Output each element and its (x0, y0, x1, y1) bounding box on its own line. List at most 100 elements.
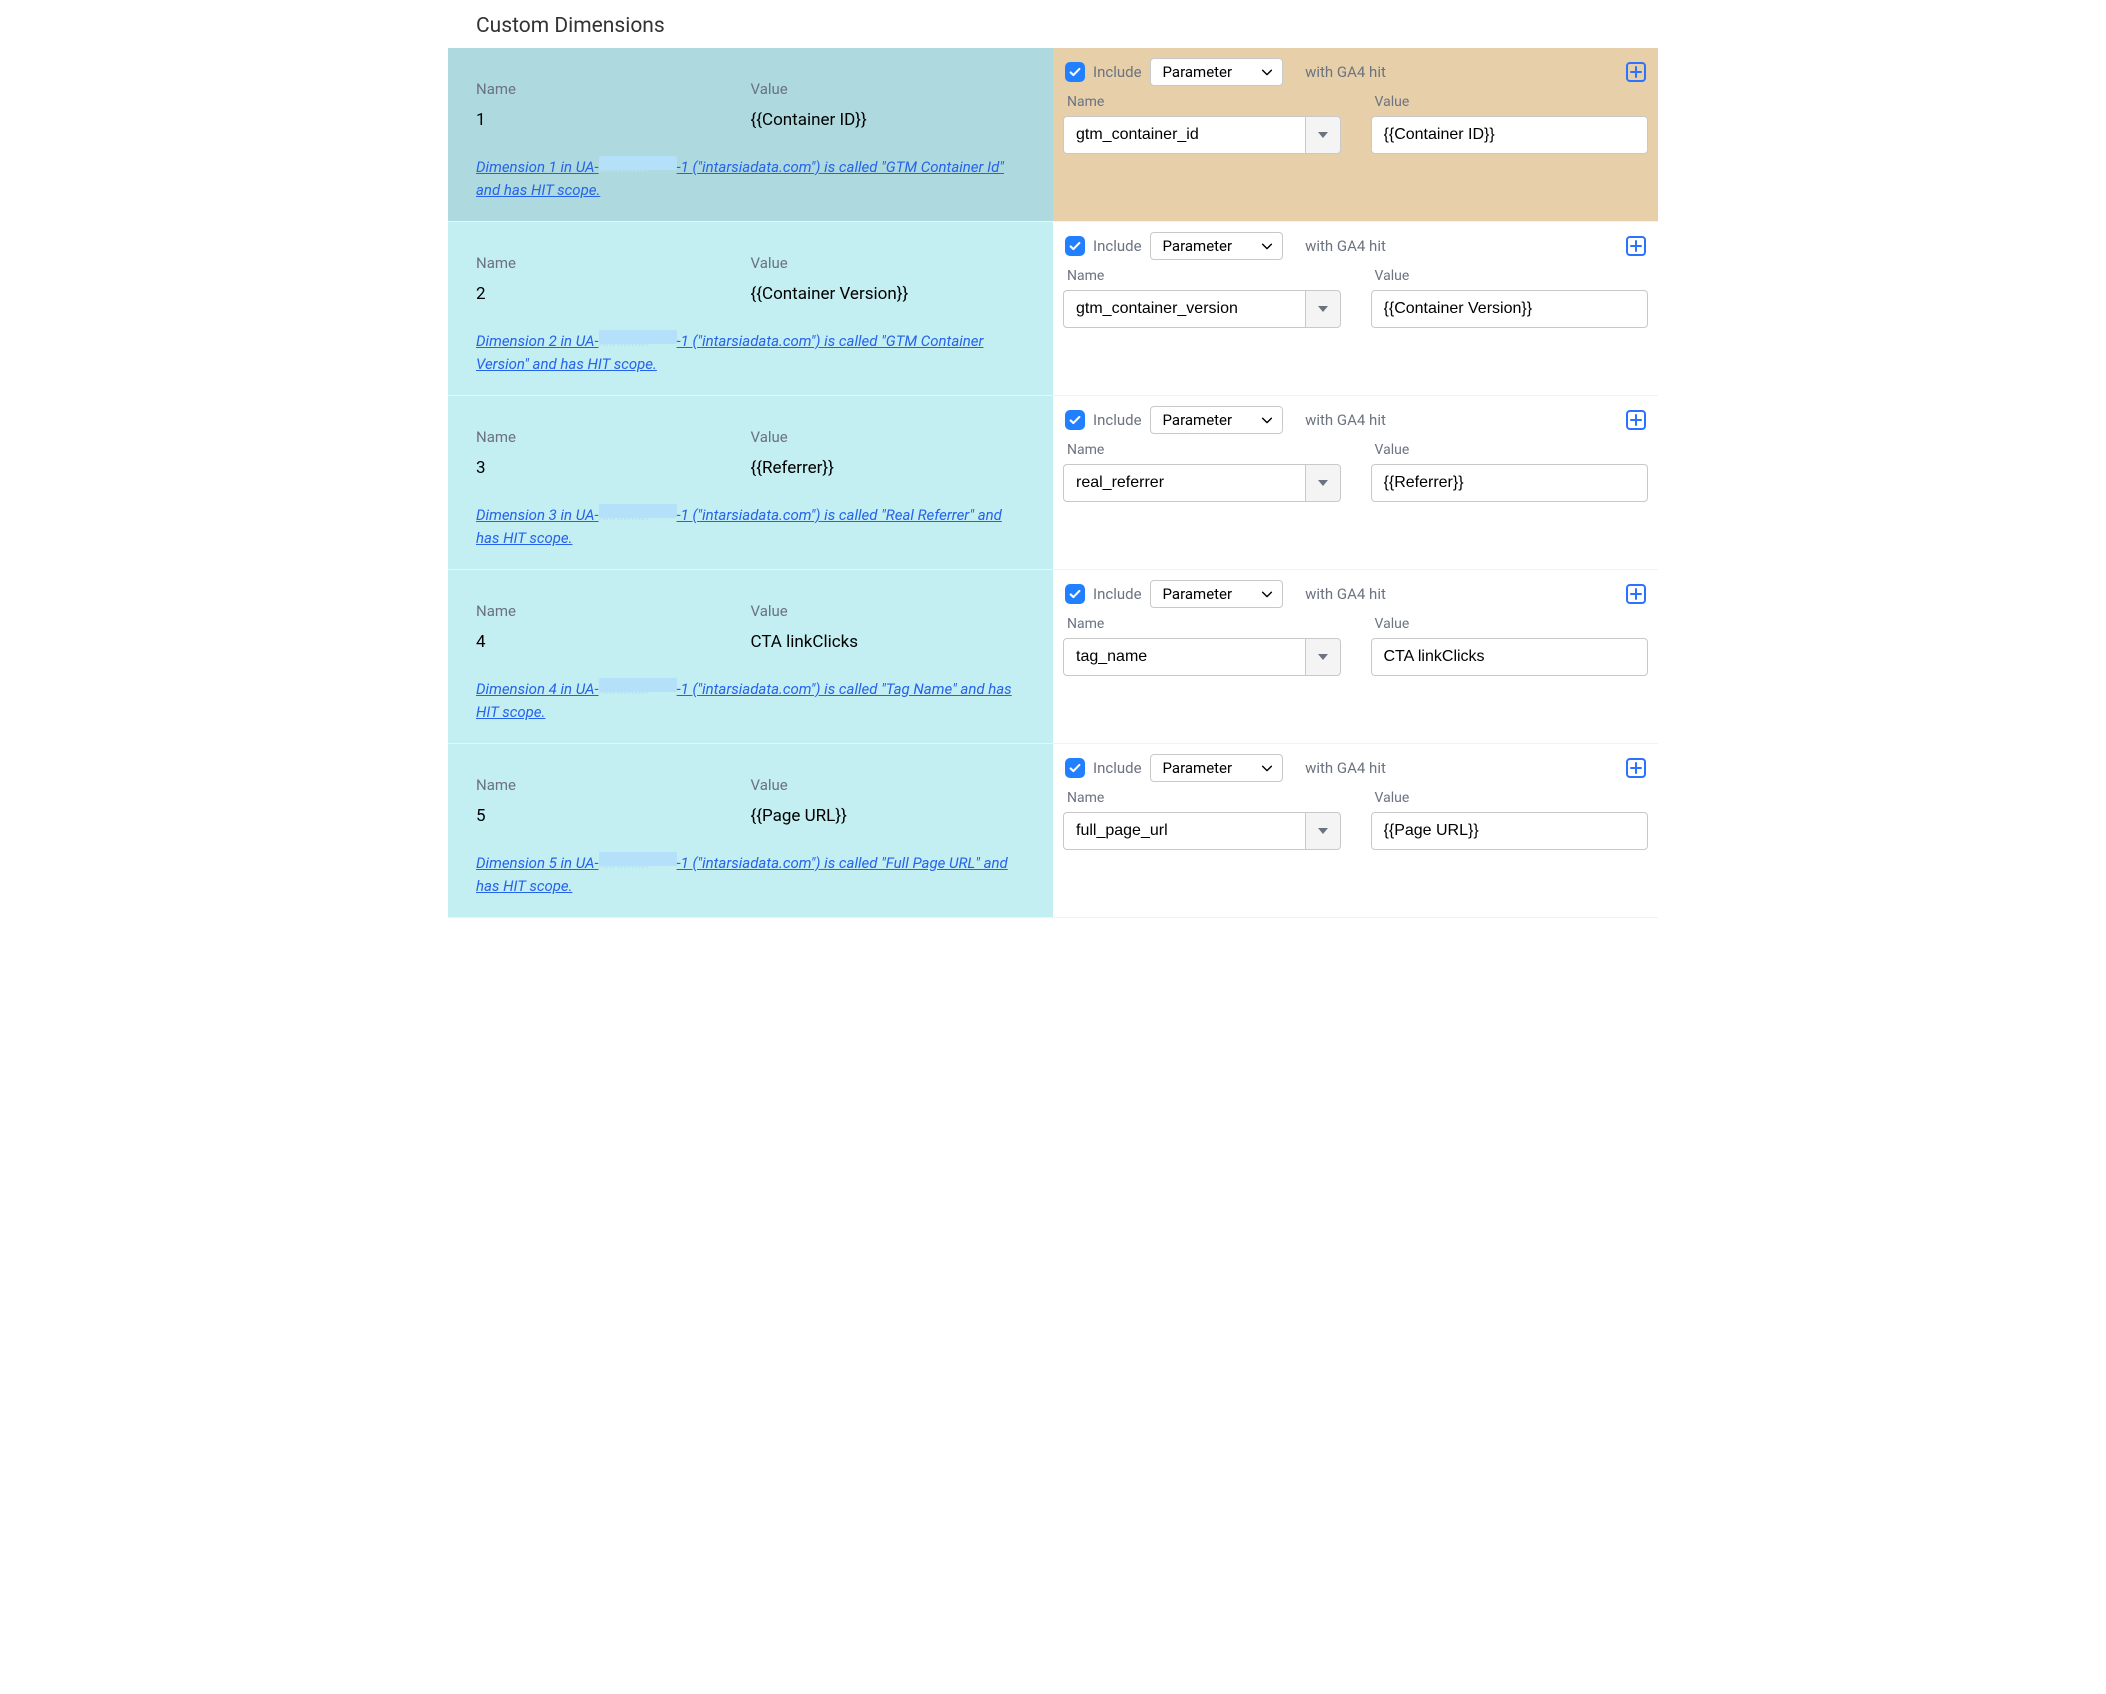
redacted-id: xxxxxxx (599, 678, 677, 692)
include-label: Include (1093, 411, 1142, 429)
dimension-index: 3 (476, 456, 751, 490)
type-select-value: Parameter (1163, 63, 1233, 81)
name-value-pair: Name 4 Value CTA linkClicks (458, 580, 1043, 666)
type-select[interactable]: Parameter (1150, 580, 1284, 608)
ga4-panel: Include Parameter with GA4 hit Name (1053, 570, 1658, 743)
ua-panel: Name 1 Value {{Container ID}} Dimension … (448, 48, 1053, 221)
plus-icon (1630, 66, 1642, 78)
ga4-name-input[interactable] (1063, 812, 1305, 850)
check-icon (1068, 413, 1082, 427)
type-select-value: Parameter (1163, 411, 1233, 429)
check-icon (1068, 239, 1082, 253)
ga4-value-label: Value (1371, 790, 1649, 812)
include-label: Include (1093, 63, 1142, 81)
ga4-value-input[interactable] (1371, 464, 1649, 502)
type-select[interactable]: Parameter (1150, 754, 1284, 782)
triangle-down-icon (1318, 306, 1328, 312)
name-value-pair: Name 1 Value {{Container ID}} (458, 58, 1043, 144)
add-button[interactable] (1626, 62, 1646, 82)
add-button[interactable] (1626, 236, 1646, 256)
ga4-value-label: Value (1371, 268, 1649, 290)
dimension-index: 1 (476, 108, 751, 142)
chevron-down-icon (1260, 65, 1274, 79)
dimension-note-link[interactable]: Dimension 1 in UA-xxxxxxx-1 ("intarsiada… (476, 158, 1004, 199)
ua-panel: Name 3 Value {{Referrer}} Dimension 3 in… (448, 396, 1053, 569)
ga4-name-dropdown-button[interactable] (1305, 290, 1341, 328)
ga4-name-label: Name (1063, 616, 1341, 638)
redacted-id: xxxxxxx (599, 504, 677, 518)
name-label: Name (476, 64, 751, 108)
ga4-name-dropdown-button[interactable] (1305, 638, 1341, 676)
check-icon (1068, 761, 1082, 775)
ga4-name-dropdown-button[interactable] (1305, 464, 1341, 502)
value-label: Value (751, 238, 1026, 282)
ga4-value-input[interactable] (1371, 116, 1649, 154)
name-label: Name (476, 586, 751, 630)
ga4-name-input[interactable] (1063, 290, 1305, 328)
ga4-name-input[interactable] (1063, 638, 1305, 676)
note-pre: Dimension 4 in UA- (476, 680, 599, 698)
ga4-name-input[interactable] (1063, 464, 1305, 502)
ga4-value-label: Value (1371, 94, 1649, 116)
include-checkbox[interactable] (1065, 758, 1085, 778)
with-hit-label: with GA4 hit (1305, 411, 1386, 429)
dimension-note-link[interactable]: Dimension 5 in UA-xxxxxxx-1 ("intarsiada… (476, 854, 1008, 895)
note-pre: Dimension 3 in UA- (476, 506, 599, 524)
ga4-value-input[interactable] (1371, 638, 1649, 676)
note-pre: Dimension 5 in UA- (476, 854, 599, 872)
include-checkbox[interactable] (1065, 62, 1085, 82)
plus-icon (1630, 762, 1642, 774)
include-label: Include (1093, 759, 1142, 777)
include-checkbox[interactable] (1065, 236, 1085, 256)
ga4-name-label: Name (1063, 94, 1341, 116)
dimension-note-link[interactable]: Dimension 4 in UA-xxxxxxx-1 ("intarsiada… (476, 680, 1012, 721)
ga4-name-dropdown-button[interactable] (1305, 812, 1341, 850)
ga4-name-dropdown-button[interactable] (1305, 116, 1341, 154)
name-value-pair: Name 3 Value {{Referrer}} (458, 406, 1043, 492)
name-label: Name (476, 238, 751, 282)
chevron-down-icon (1260, 761, 1274, 775)
dimension-value: {{Page URL}} (751, 804, 1026, 838)
check-icon (1068, 65, 1082, 79)
dimension-row: Name 1 Value {{Container ID}} Dimension … (448, 48, 1658, 222)
dimension-note-link[interactable]: Dimension 2 in UA-xxxxxxx-1 ("intarsiada… (476, 332, 983, 373)
dimension-index: 4 (476, 630, 751, 664)
ga4-name-input[interactable] (1063, 116, 1305, 154)
dimension-index: 2 (476, 282, 751, 316)
name-value-pair: Name 5 Value {{Page URL}} (458, 754, 1043, 840)
triangle-down-icon (1318, 132, 1328, 138)
dimension-value: CTA linkClicks (751, 630, 1026, 664)
include-label: Include (1093, 237, 1142, 255)
note-pre: Dimension 1 in UA- (476, 158, 599, 176)
dimension-index: 5 (476, 804, 751, 838)
ga4-name-label: Name (1063, 268, 1341, 290)
dimension-row: Name 3 Value {{Referrer}} Dimension 3 in… (448, 396, 1658, 570)
redacted-id: xxxxxxx (599, 156, 677, 170)
ga4-value-input[interactable] (1371, 812, 1649, 850)
name-value-pair: Name 2 Value {{Container Version}} (458, 232, 1043, 318)
chevron-down-icon (1260, 413, 1274, 427)
dimension-value: {{Referrer}} (751, 456, 1026, 490)
include-checkbox[interactable] (1065, 584, 1085, 604)
type-select-value: Parameter (1163, 237, 1233, 255)
plus-icon (1630, 414, 1642, 426)
dimension-value: {{Container ID}} (751, 108, 1026, 142)
ga4-value-input[interactable] (1371, 290, 1649, 328)
add-button[interactable] (1626, 758, 1646, 778)
dimension-note-link[interactable]: Dimension 3 in UA-xxxxxxx-1 ("intarsiada… (476, 506, 1002, 547)
with-hit-label: with GA4 hit (1305, 585, 1386, 603)
add-button[interactable] (1626, 410, 1646, 430)
type-select[interactable]: Parameter (1150, 58, 1284, 86)
type-select-value: Parameter (1163, 759, 1233, 777)
include-checkbox[interactable] (1065, 410, 1085, 430)
dimension-note: Dimension 1 in UA-xxxxxxx-1 ("intarsiada… (458, 144, 1043, 205)
check-icon (1068, 587, 1082, 601)
ga4-value-label: Value (1371, 616, 1649, 638)
add-button[interactable] (1626, 584, 1646, 604)
dimension-row: Name 5 Value {{Page URL}} Dimension 5 in… (448, 744, 1658, 918)
ga4-name-label: Name (1063, 442, 1341, 464)
type-select[interactable]: Parameter (1150, 232, 1284, 260)
type-select[interactable]: Parameter (1150, 406, 1284, 434)
chevron-down-icon (1260, 587, 1274, 601)
dimension-note: Dimension 5 in UA-xxxxxxx-1 ("intarsiada… (458, 840, 1043, 901)
